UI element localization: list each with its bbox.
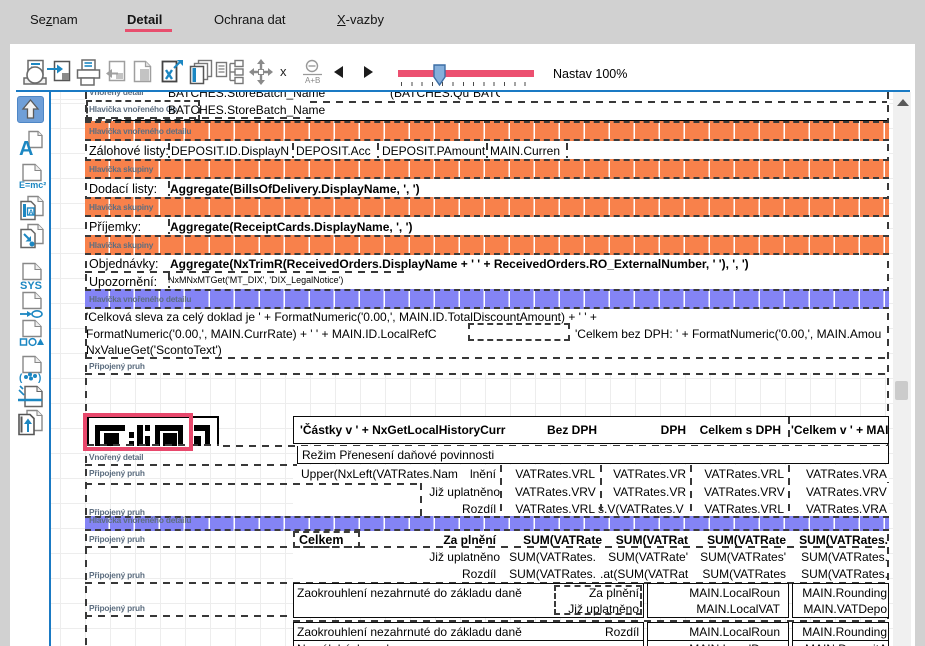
svg-text:(: ( [19,373,23,383]
svg-text:A+B: A+B [305,76,320,85]
svg-text:E=mc²: E=mc² [19,180,46,190]
svg-text:SYS: SYS [20,280,42,291]
svg-text:A: A [19,138,33,159]
svg-text:A: A [29,210,34,217]
svg-text:): ) [38,373,41,383]
